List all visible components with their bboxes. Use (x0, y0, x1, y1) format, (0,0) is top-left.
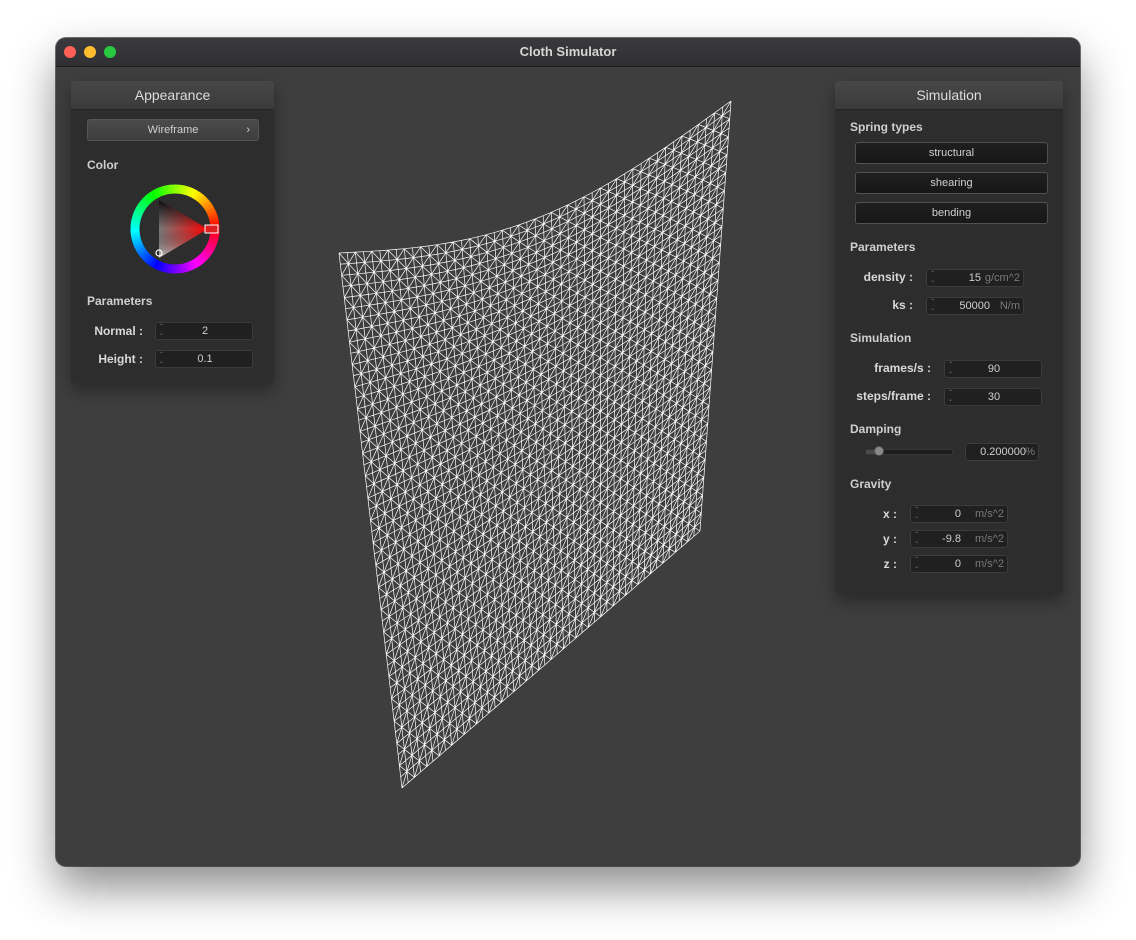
gravity-y-unit: m/s^2 (975, 533, 1004, 545)
ks-value: 50000 (959, 300, 990, 312)
density-value: 15 (968, 272, 981, 284)
damping-slider-thumb[interactable] (873, 446, 884, 456)
ks-input[interactable]: ⌃ ⌄ 50000 N/m (926, 297, 1024, 315)
ks-label: ks : (892, 298, 913, 312)
density-unit: g/cm^2 (984, 272, 1020, 284)
damping-label: Damping (850, 422, 902, 436)
gravity-x-unit: m/s^2 (975, 508, 1004, 520)
gravity-x-input[interactable]: ⌃ ⌄ 0 m/s^2 (910, 505, 1008, 523)
simulation-section-label: Simulation (850, 331, 912, 345)
height-label: Height : (98, 352, 143, 366)
steps-label: steps/frame : (856, 389, 931, 403)
shearing-toggle[interactable]: shearing (855, 172, 1048, 194)
structural-toggle[interactable]: structural (855, 142, 1048, 164)
damping-value: 0.200000 (980, 446, 1026, 458)
gravity-label: Gravity (850, 477, 892, 491)
simulation-panel-title: Simulation (835, 81, 1063, 110)
spring-types-label: Spring types (850, 120, 923, 134)
simulation-panel: Simulation Spring types structural shear… (835, 81, 1063, 593)
stepper-arrows-icon[interactable]: ⌃ ⌄ (914, 507, 919, 521)
gravity-x-label: x : (882, 507, 897, 521)
chevron-right-icon: › (246, 124, 250, 136)
render-mode-label: Wireframe (147, 124, 199, 136)
normal-input[interactable]: ⌃ ⌄ 2 (155, 322, 253, 340)
render-mode-dropdown[interactable]: Wireframe › (87, 119, 259, 141)
fps-value: 90 (987, 363, 1001, 375)
gravity-z-label: z : (883, 557, 897, 571)
normal-label: Normal : (94, 324, 143, 338)
normal-value: 2 (201, 325, 209, 337)
color-wheel[interactable] (127, 182, 227, 278)
gravity-y-label: y : (882, 532, 897, 546)
steps-input[interactable]: ⌃ ⌄ 30 (944, 388, 1042, 406)
stepper-arrows-icon[interactable]: ⌃ ⌄ (914, 557, 919, 571)
gravity-z-input[interactable]: ⌃ ⌄ 0 m/s^2 (910, 555, 1008, 573)
ks-unit: N/m (999, 300, 1020, 312)
damping-slider[interactable] (865, 446, 953, 456)
stepper-arrows-icon[interactable]: ⌃ ⌄ (930, 271, 935, 285)
density-input[interactable]: ⌃ ⌄ 15 g/cm^2 (926, 269, 1024, 287)
gravity-z-unit: m/s^2 (975, 558, 1004, 570)
appearance-parameters-label: Parameters (87, 294, 153, 308)
steps-value: 30 (987, 391, 1001, 403)
window-title: Cloth Simulator (519, 44, 617, 59)
damping-unit: % (1025, 446, 1035, 458)
gravity-z-value: 0 (954, 558, 961, 570)
stepper-arrows-icon[interactable]: ⌃ ⌄ (914, 532, 919, 546)
color-label: Color (87, 158, 119, 172)
damping-input[interactable]: 0.200000 % (965, 443, 1039, 461)
gravity-y-input[interactable]: ⌃ ⌄ -9.8 m/s^2 (910, 530, 1008, 548)
app-window: Cloth Simulator Appearance Wireframe › C… (56, 38, 1080, 866)
cloth-wireframe-mesh[interactable] (338, 100, 732, 789)
hue-selector-handle[interactable] (204, 224, 219, 234)
height-value: 0.1 (197, 353, 213, 365)
appearance-panel-title: Appearance (71, 81, 274, 110)
fps-input[interactable]: ⌃ ⌄ 90 (944, 360, 1042, 378)
height-input[interactable]: ⌃ ⌄ 0.1 (155, 350, 253, 368)
sim-parameters-label: Parameters (850, 240, 916, 254)
title-bar: Cloth Simulator (56, 38, 1080, 67)
density-label: density : (863, 270, 913, 284)
stepper-arrows-icon[interactable]: ⌃ ⌄ (930, 299, 935, 313)
appearance-panel: Appearance Wireframe › Color Parameters … (71, 81, 274, 383)
gravity-x-value: 0 (954, 508, 961, 520)
fps-label: frames/s : (874, 361, 931, 375)
gravity-y-value: -9.8 (942, 533, 961, 545)
bending-toggle[interactable]: bending (855, 202, 1048, 224)
